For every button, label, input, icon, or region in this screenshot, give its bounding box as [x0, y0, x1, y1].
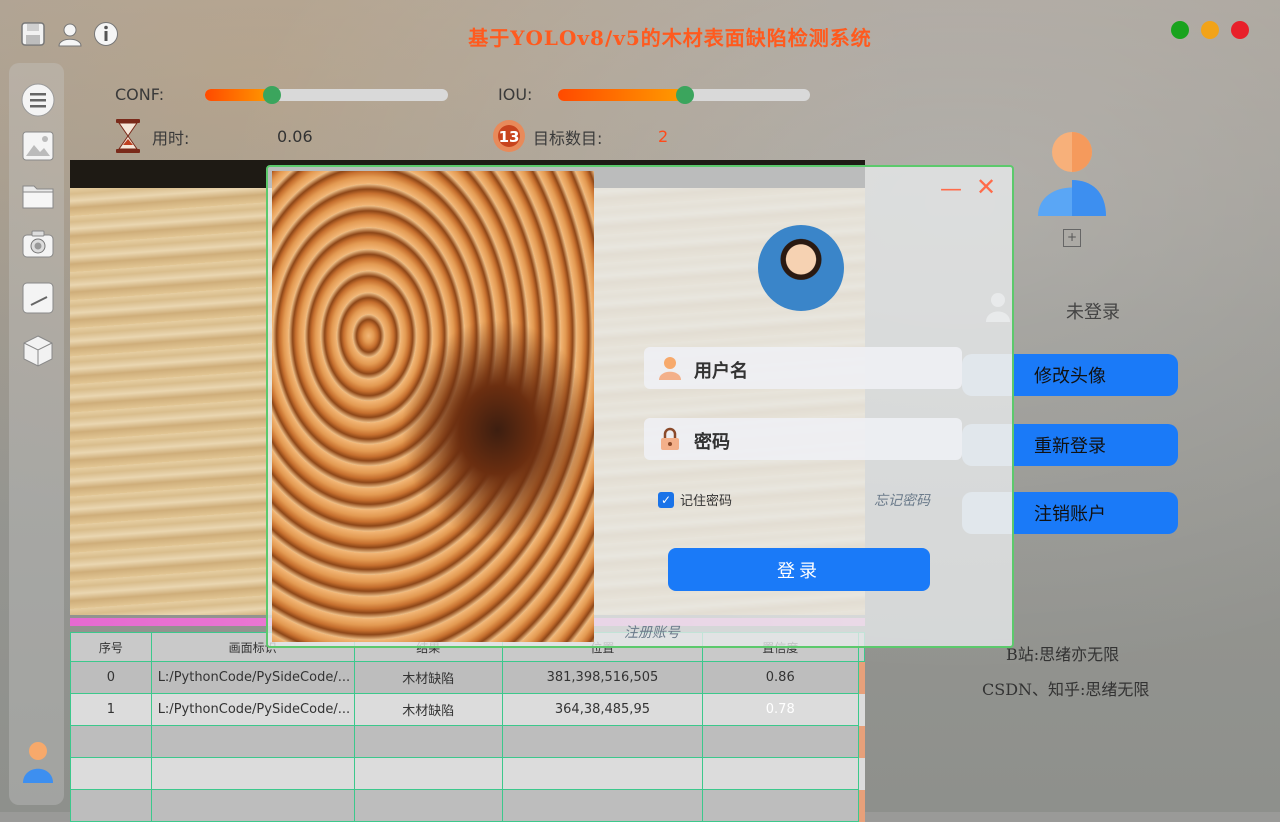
- cell-index[interactable]: 0: [70, 661, 152, 694]
- delete-account-label: 注销账户: [1034, 504, 1106, 525]
- cell-source[interactable]: L:/PythonCode/PySideCode/...: [150, 693, 355, 726]
- iou-label: IOU:: [498, 85, 533, 104]
- remember-label: 记住密码: [680, 494, 733, 509]
- conf-slider-handle[interactable]: [263, 86, 281, 104]
- svg-text:13: 13: [499, 128, 520, 146]
- user-photo[interactable]: [758, 225, 844, 311]
- add-avatar-icon[interactable]: +: [1063, 229, 1081, 247]
- time-label: 用时:: [152, 129, 190, 148]
- image-icon[interactable]: [19, 127, 57, 165]
- username-placeholder: 用户名: [694, 361, 748, 382]
- forgot-password-link[interactable]: 忘记密码: [874, 490, 930, 510]
- column-header-index[interactable]: 序号: [70, 632, 152, 662]
- folder-icon[interactable]: [19, 176, 57, 214]
- dialog-close-button[interactable]: ✕: [976, 173, 996, 201]
- credit-bilibili: B站:思绪亦无限: [1006, 645, 1120, 664]
- login-status: 未登录: [1066, 302, 1120, 323]
- table-row-empty[interactable]: [70, 789, 865, 822]
- wood-art-image: [272, 171, 594, 642]
- iou-slider[interactable]: [558, 86, 810, 104]
- play-icon[interactable]: [19, 279, 57, 317]
- relogin-label: 重新登录: [1034, 436, 1106, 457]
- iou-slider-handle[interactable]: [676, 86, 694, 104]
- cell-source[interactable]: L:/PythonCode/PySideCode/...: [150, 661, 355, 694]
- credit-csdn: CSDN、知乎:思绪无限: [982, 680, 1150, 699]
- change-avatar-label: 修改头像: [1034, 366, 1106, 387]
- register-link[interactable]: 注册账号: [624, 622, 680, 642]
- cell-position[interactable]: 364,38,485,95: [501, 693, 703, 726]
- time-value: 0.06: [277, 127, 313, 146]
- remember-password[interactable]: ✓ 记住密码: [658, 490, 732, 509]
- close-button[interactable]: [1231, 21, 1249, 39]
- cube-icon[interactable]: [19, 332, 57, 370]
- hourglass-icon: [115, 118, 141, 158]
- cell-confidence[interactable]: 0.86: [701, 661, 859, 694]
- login-dialog: — ✕ 用户名 密码 ✓ 记住密码 忘记密码 登录 注册账号: [266, 165, 1014, 648]
- iou-slider-fill: [558, 89, 685, 101]
- username-field[interactable]: 用户名: [644, 347, 962, 389]
- user-avatar-icon[interactable]: [19, 742, 57, 783]
- menu-icon[interactable]: [19, 81, 57, 119]
- table-row[interactable]: 0 L:/PythonCode/PySideCode/... 木材缺陷 381,…: [70, 661, 865, 694]
- table-row-empty[interactable]: [70, 725, 865, 758]
- camera-icon[interactable]: [19, 225, 57, 263]
- password-field[interactable]: 密码: [644, 418, 962, 460]
- login-button[interactable]: 登录: [668, 548, 930, 591]
- maximize-button[interactable]: [1171, 21, 1189, 39]
- table-scroll-edge: [858, 661, 865, 694]
- count-value: 2: [658, 127, 669, 146]
- password-placeholder: 密码: [694, 432, 730, 453]
- cell-result[interactable]: 木材缺陷: [353, 661, 503, 694]
- remember-checkbox[interactable]: ✓: [658, 491, 674, 508]
- lock-icon: [658, 427, 682, 455]
- cell-confidence-selected[interactable]: 0.78: [701, 693, 859, 726]
- cell-result[interactable]: 木材缺陷: [353, 693, 503, 726]
- minimize-button[interactable]: [1201, 21, 1219, 39]
- conf-label: CONF:: [115, 85, 165, 104]
- table-row-empty[interactable]: [70, 757, 865, 790]
- results-table: 序号 画面标识 结果 位置 置信度 0 L:/PythonCode/PySide…: [70, 632, 866, 822]
- cell-index[interactable]: 1: [70, 693, 152, 726]
- profile-avatar-icon[interactable]: [1036, 130, 1108, 222]
- table-row[interactable]: 1 L:/PythonCode/PySideCode/... 木材缺陷 364,…: [70, 693, 865, 726]
- app-title: 基于YOLOv8/v5的木材表面缺陷检测系统: [468, 26, 872, 50]
- target-count-icon: 13: [492, 119, 526, 157]
- conf-slider[interactable]: [205, 86, 448, 104]
- sidebar: [9, 63, 64, 805]
- username-icon: [658, 356, 682, 384]
- cell-position[interactable]: 381,398,516,505: [501, 661, 703, 694]
- dialog-minimize-button[interactable]: —: [940, 177, 962, 202]
- table-scroll-edge: [858, 693, 865, 726]
- count-label: 目标数目:: [533, 129, 603, 148]
